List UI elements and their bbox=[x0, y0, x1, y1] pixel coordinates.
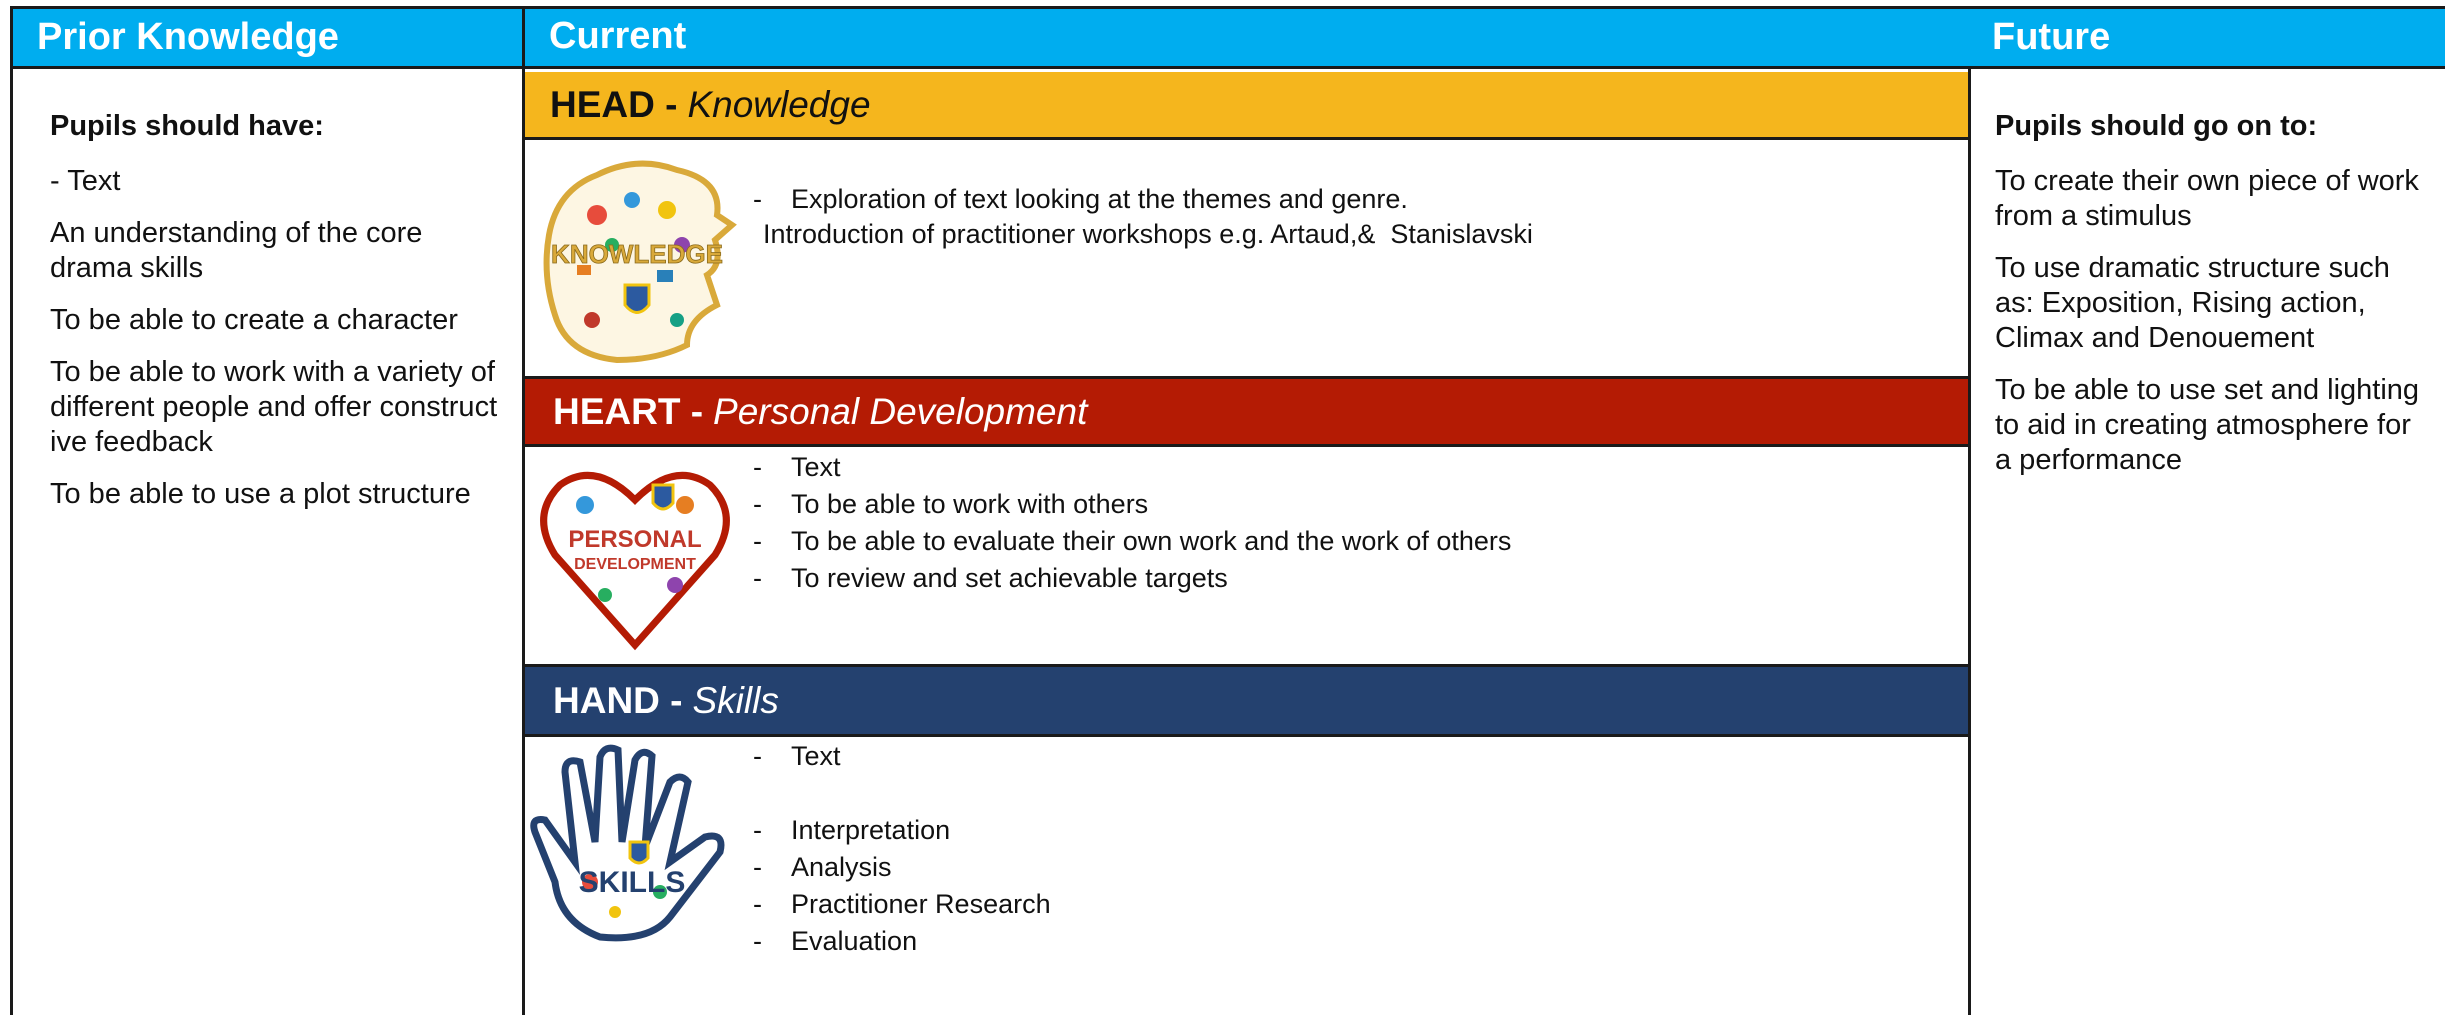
hand-label: HAND - bbox=[553, 679, 683, 721]
prior-item: - Text bbox=[50, 165, 121, 197]
prior-knowledge-body: Pupils should have: - Text An understand… bbox=[13, 69, 523, 512]
hand-list: Text Interpretation Analysis Practitione… bbox=[753, 738, 1051, 960]
skills-emblem-text: SKILLS bbox=[579, 866, 686, 899]
list-item: To review and set achievable targets bbox=[753, 560, 1511, 597]
list-spacer bbox=[753, 775, 1051, 812]
prior-lead: Pupils should have: bbox=[50, 110, 324, 142]
list-item: Interpretation bbox=[753, 812, 1051, 849]
prior-item: An understanding of the core drama skill… bbox=[50, 217, 423, 284]
hand-subtitle: Skills bbox=[692, 679, 779, 721]
list-item: Exploration of text looking at the theme… bbox=[753, 181, 1533, 218]
list-item: Evaluation bbox=[753, 923, 1051, 960]
head-list: Exploration of text looking at the theme… bbox=[753, 181, 1533, 253]
future-body: Pupils should go on to: To create their … bbox=[1968, 69, 2445, 478]
future-lead: Pupils should go on to: bbox=[1995, 110, 2318, 142]
future-item: To use dramatic structure such as: Expos… bbox=[1995, 252, 2390, 354]
prior-knowledge-column: Prior Knowledge Pupils should have: - Te… bbox=[10, 6, 523, 1015]
heart-list: Text To be able to work with others To b… bbox=[753, 449, 1511, 597]
heart-emblem-text-2: DEVELOPMENT bbox=[574, 556, 696, 573]
current-column: Current HEAD - Knowledge KNOWLEDGE Explo… bbox=[522, 6, 1971, 1015]
list-item: Introduction of practitioner workshops e… bbox=[763, 219, 1533, 249]
heart-emblem-text-1: PERSONAL bbox=[568, 526, 701, 553]
knowledge-emblem-text: KNOWLEDGE bbox=[551, 239, 723, 269]
prior-item: To be able to use a plot structure bbox=[50, 478, 471, 510]
head-label: HEAD - bbox=[550, 83, 678, 125]
prior-knowledge-header: Prior Knowledge bbox=[13, 9, 523, 69]
head-subtitle: Knowledge bbox=[687, 83, 871, 125]
current-header: Current bbox=[525, 9, 1968, 69]
heart-subtitle: Personal Development bbox=[713, 390, 1088, 432]
head-knowledge-band: HEAD - Knowledge bbox=[525, 72, 1968, 140]
heart-personal-development-band: HEART - Personal Development bbox=[525, 376, 1968, 447]
skills-hand-icon: SKILLS bbox=[530, 744, 725, 942]
future-item: To create their own piece of work from a… bbox=[1995, 165, 2419, 232]
list-item: Analysis bbox=[753, 849, 1051, 886]
future-column: Future Pupils should go on to: To create… bbox=[1968, 6, 2445, 1015]
list-item: To be able to evaluate their own work an… bbox=[753, 523, 1511, 560]
future-item: To be able to use set and lighting to ai… bbox=[1995, 374, 2420, 476]
prior-item: To be able to create a character bbox=[50, 304, 458, 336]
heart-label: HEART - bbox=[553, 390, 704, 432]
list-item: Text bbox=[753, 738, 1051, 775]
prior-item: To be able to work with a variety of dif… bbox=[50, 356, 498, 458]
knowledge-head-icon: KNOWLEDGE bbox=[543, 160, 737, 364]
list-item: Text bbox=[753, 449, 1511, 486]
personal-development-heart-icon: PERSONAL DEVELOPMENT bbox=[540, 471, 730, 651]
list-item: To be able to work with others bbox=[753, 486, 1511, 523]
list-item: Practitioner Research bbox=[753, 886, 1051, 923]
hand-skills-band: HAND - Skills bbox=[525, 664, 1968, 737]
future-header: Future bbox=[1968, 9, 2445, 69]
